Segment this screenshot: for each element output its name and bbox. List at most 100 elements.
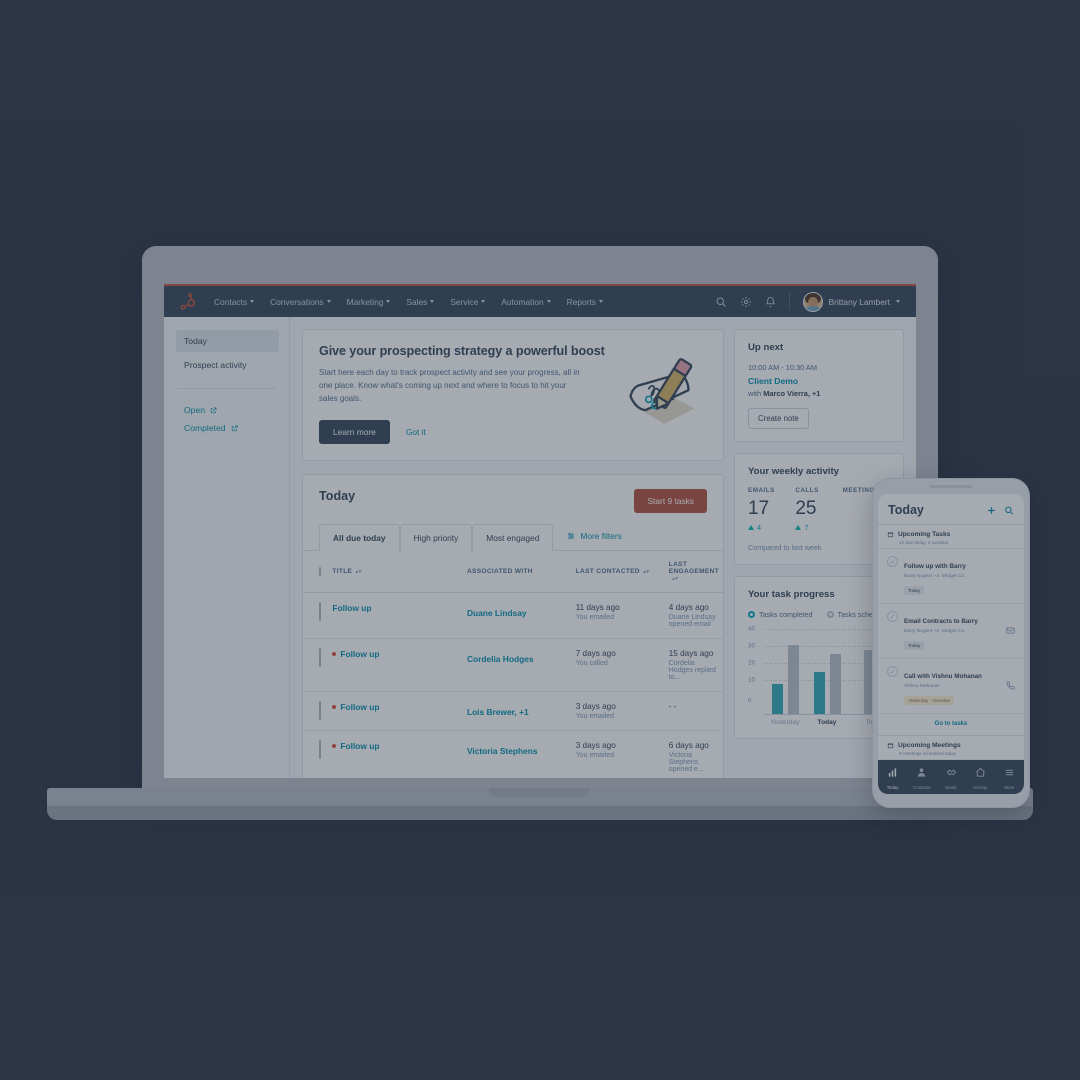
task-title[interactable]: Follow up <box>332 603 459 613</box>
plus-icon[interactable] <box>986 505 997 516</box>
promo-actions: Learn more Got it <box>319 419 607 444</box>
last-engagement-value: 4 days ago <box>668 602 709 612</box>
nav-item-conversations[interactable]: Conversations <box>270 297 331 307</box>
hamburger-icon <box>1005 769 1014 775</box>
hubspot-sprocket-icon[interactable] <box>176 292 198 312</box>
bell-icon[interactable] <box>765 296 776 308</box>
create-note-button[interactable]: Create note <box>748 408 809 429</box>
last-contacted-value: 3 days ago <box>575 740 616 750</box>
up-next-card: Up next 10:00 AM - 10:30 AM Client Demo … <box>734 329 904 442</box>
handshake-icon <box>946 769 956 775</box>
search-icon[interactable] <box>1004 505 1014 516</box>
last-engagement-detail: Duane Lindsay opened email <box>668 613 716 628</box>
external-link-icon <box>231 425 238 431</box>
tab-deals[interactable]: Deals <box>936 765 965 790</box>
more-filters-button[interactable]: More filters <box>567 531 622 541</box>
sidebar-link-open[interactable]: Open <box>176 401 279 419</box>
check-circle-icon[interactable]: ✓ <box>887 666 898 677</box>
tab-most-engaged[interactable]: Most engaged <box>472 523 554 551</box>
comparison-note: Compared to last week <box>748 543 822 552</box>
associated-contact[interactable]: Cordelia Hodges <box>467 654 534 664</box>
tab-activity[interactable]: Activity <box>966 765 995 790</box>
got-it-button[interactable]: Got it <box>406 427 426 437</box>
last-contacted-value: 11 days ago <box>575 602 620 612</box>
due-badge: Today <box>904 586 925 595</box>
table-row[interactable]: Follow up Lois Brewer, +1 3 days ago You … <box>303 691 723 731</box>
column-title[interactable]: TITLE ▴▾ <box>328 550 463 593</box>
nav-item-automation[interactable]: Automation <box>501 297 551 307</box>
search-icon[interactable] <box>715 296 727 308</box>
go-to-tasks-link[interactable]: Go to tasks <box>878 713 1024 735</box>
nav-item-sales[interactable]: Sales <box>406 297 435 307</box>
user-menu[interactable]: Brittany Lambert <box>802 291 900 312</box>
task-title[interactable]: Follow up <box>332 741 459 751</box>
triangle-up-icon <box>748 525 754 530</box>
filter-tabs: All due today High priority Most engaged… <box>303 523 723 551</box>
check-circle-icon[interactable]: ✓ <box>887 556 898 567</box>
sidebar-item-prospect-activity[interactable]: Prospect activity <box>176 354 279 376</box>
check-circle-icon[interactable]: ✓ <box>887 611 898 622</box>
column-last-contacted[interactable]: LAST CONTACTED ▴▾ <box>571 550 665 593</box>
weekly-activity-title: Your weekly activity <box>748 466 840 477</box>
laptop-screen: Contacts Conversations Marketing Sales S… <box>164 284 916 778</box>
chart-legend: Tasks completed Tasks schedu <box>748 610 890 619</box>
kpi-emails: EMAILS 17 4 <box>748 487 775 532</box>
nav-item-marketing[interactable]: Marketing <box>347 297 391 307</box>
select-all-checkbox[interactable] <box>319 566 321 576</box>
list-item[interactable]: ✓ Call with Vishnu Mohanan Vishnu Mohana… <box>878 658 1024 713</box>
filter-icon <box>568 533 575 540</box>
table-row[interactable]: Follow up Duane Lindsay 11 days ago You e… <box>303 592 723 639</box>
tab-all-due-today[interactable]: All due today <box>319 523 400 551</box>
associated-contact[interactable]: Lois Brewer, +1 <box>467 707 529 717</box>
tab-today[interactable]: Today <box>878 765 907 790</box>
associated-contact[interactable]: Victoria Stephens <box>467 746 538 756</box>
main-column: Give your prospecting strategy a powerfu… <box>290 317 734 778</box>
home-icon <box>975 767 985 777</box>
phone-speaker <box>930 485 972 488</box>
avatar <box>802 291 823 312</box>
calendar-icon <box>887 743 894 749</box>
laptop-base-lip <box>47 806 1033 820</box>
list-item[interactable]: ✓ Follow up with Barry Barry Nugent +2, … <box>878 548 1024 603</box>
sort-icon: ▴▾ <box>642 568 649 575</box>
row-checkbox[interactable] <box>319 739 321 759</box>
tab-contacts[interactable]: Contacts <box>907 765 936 790</box>
task-sub: Barry Nugent +2, Widget Co. <box>904 629 966 634</box>
sidebar-item-today[interactable]: Today <box>176 330 279 352</box>
nav-item-contacts[interactable]: Contacts <box>214 297 255 307</box>
task-title[interactable]: Follow up <box>332 702 459 712</box>
phone-title: Today <box>888 503 924 517</box>
column-associated-with[interactable]: ASSOCIATED WITH <box>462 550 572 593</box>
phone-icon[interactable] <box>1006 677 1015 695</box>
table-row[interactable]: Follow up Victoria Stephens 3 days ago Yo… <box>303 730 723 778</box>
row-checkbox[interactable] <box>319 700 321 720</box>
table-row[interactable]: Follow up Cordelia Hodges 7 days ago You … <box>303 638 723 692</box>
column-last-engagement[interactable]: LAST ENGAGEMENT▴▾ <box>664 550 723 593</box>
top-nav-right-cluster: Brittany Lambert <box>715 291 904 312</box>
tab-more[interactable]: More <box>995 765 1024 790</box>
today-header: Today Start 9 tasks <box>303 475 723 513</box>
phone-upcoming-tasks-section: Upcoming Tasks 12 due today, 3 overdue <box>878 524 1024 548</box>
list-item[interactable]: ✓ Email Contracts to Barry Barry Nugent … <box>878 603 1024 658</box>
task-name: Email Contracts to Barry <box>904 618 978 625</box>
phone-upcoming-meetings-section: Upcoming Meetings 8 meetings scheduled t… <box>878 735 1024 759</box>
bar-scheduled <box>829 654 841 714</box>
associated-contact[interactable]: Duane Lindsay <box>467 608 527 618</box>
meeting-attendees: with Marco Vierra, +1 <box>748 389 821 398</box>
row-checkbox[interactable] <box>319 647 321 667</box>
legend-tasks-completed[interactable]: Tasks completed <box>748 610 813 619</box>
envelope-icon[interactable] <box>1006 622 1015 640</box>
learn-more-button[interactable]: Learn more <box>319 419 390 444</box>
due-badge: Today <box>904 641 925 650</box>
external-link-icon <box>210 407 217 413</box>
priority-dot-icon <box>332 651 337 656</box>
nav-item-service[interactable]: Service <box>450 297 486 307</box>
gear-icon[interactable] <box>740 296 752 308</box>
start-tasks-button[interactable]: Start 9 tasks <box>634 488 707 513</box>
meeting-title[interactable]: Client Demo <box>748 376 890 386</box>
row-checkbox[interactable] <box>319 601 321 621</box>
tab-high-priority[interactable]: High priority <box>399 523 473 551</box>
sidebar-link-completed[interactable]: Completed <box>176 419 279 437</box>
task-title[interactable]: Follow up <box>332 649 459 659</box>
nav-item-reports[interactable]: Reports <box>567 297 603 307</box>
